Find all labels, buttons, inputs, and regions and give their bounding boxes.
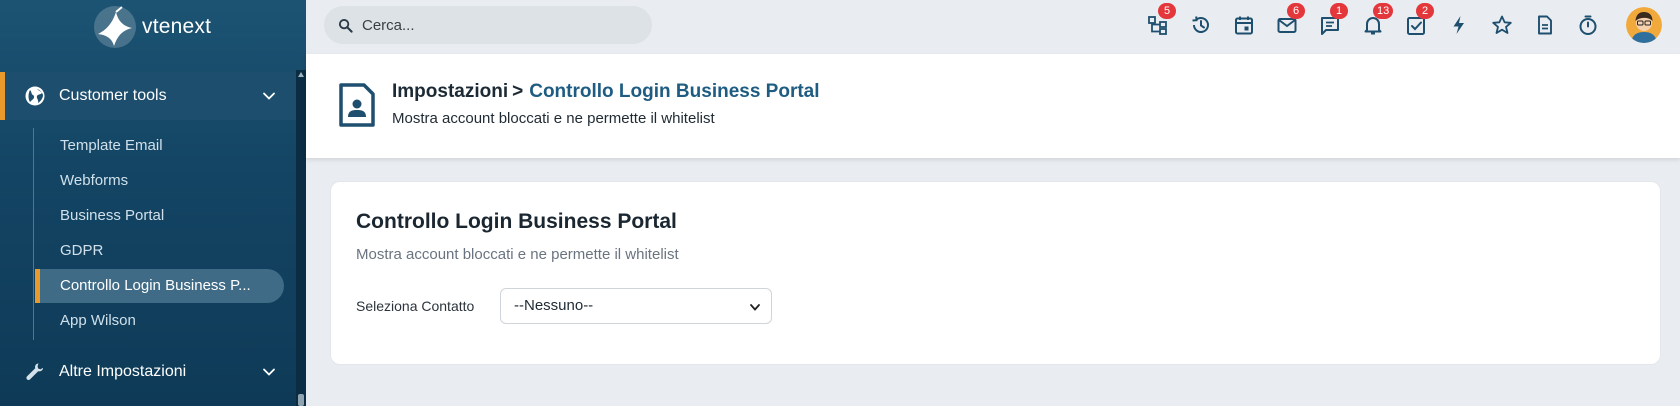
history-button[interactable]: [1190, 14, 1212, 36]
mail-badge: 6: [1287, 3, 1305, 19]
bell-badge: 13: [1373, 3, 1394, 19]
favorites-button[interactable]: [1491, 14, 1513, 36]
notes-button[interactable]: [1534, 14, 1556, 36]
sidebar-item-business-portal[interactable]: Business Portal: [35, 199, 284, 233]
sidebar-scrollbar[interactable]: [296, 70, 306, 406]
notifications-button[interactable]: 13: [1362, 3, 1394, 36]
chevron-down-icon: [263, 92, 275, 100]
calendar-button[interactable]: [1233, 14, 1255, 36]
scroll-thumb[interactable]: [298, 394, 304, 406]
process-button[interactable]: 5: [1147, 3, 1176, 36]
timer-button[interactable]: [1577, 14, 1599, 36]
mail-button[interactable]: 6: [1276, 3, 1305, 36]
sidebar-item-app-wilson[interactable]: App Wilson: [35, 304, 284, 338]
subtree-line: [33, 128, 34, 340]
chevron-down-icon: [263, 368, 275, 376]
star-icon: [1492, 15, 1512, 34]
chevron-down-icon: [750, 304, 760, 311]
history-icon: [1192, 16, 1209, 33]
contact-card-icon: [339, 83, 375, 127]
wrench-icon: [26, 363, 43, 380]
sidebar-item-webforms[interactable]: Webforms: [35, 164, 284, 198]
search-icon: [338, 18, 353, 33]
content-card: Controllo Login Business Portal Mostra a…: [330, 181, 1661, 365]
logo[interactable]: vtenext: [92, 2, 211, 52]
page-subtitle: Mostra account bloccati e ne permette il…: [392, 110, 715, 127]
sidebar-item-gdpr[interactable]: GDPR: [35, 234, 284, 268]
breadcrumb: Impostazioni > Controllo Login Business Po…: [392, 81, 820, 103]
sidebar: vtenext Customer tools Template Email We…: [0, 0, 306, 406]
search-box[interactable]: [324, 6, 652, 44]
process-badge: 5: [1158, 3, 1176, 19]
document-icon: [1538, 15, 1552, 35]
todo-button[interactable]: 2: [1405, 3, 1434, 36]
sidebar-group-label: Altre Impostazioni: [59, 363, 187, 380]
breadcrumb-separator: >: [512, 81, 524, 102]
search-input[interactable]: [362, 6, 642, 44]
user-avatar-icon: [1626, 7, 1662, 43]
globe-icon: [25, 86, 45, 106]
contact-select[interactable]: --Nessuno--: [500, 288, 772, 324]
sidebar-group-altre-impostazioni[interactable]: Altre Impostazioni: [0, 348, 296, 396]
card-title: Controllo Login Business Portal: [356, 210, 677, 233]
breadcrumb-current: Controllo Login Business Portal: [529, 81, 820, 102]
sidebar-group-label: Customer tools: [59, 87, 167, 104]
topbar: 5 6 1 13: [306, 0, 1680, 54]
sidebar-group-customer-tools[interactable]: Customer tools: [0, 72, 296, 120]
card-subtitle: Mostra account bloccati e ne permette il…: [356, 246, 679, 263]
todo-badge: 2: [1416, 3, 1434, 19]
chat-button[interactable]: 1: [1319, 3, 1348, 36]
contact-select-value: --Nessuno--: [514, 297, 594, 314]
logo-text: vtenext: [142, 15, 212, 38]
sidebar-item-template-email[interactable]: Template Email: [35, 129, 284, 163]
breadcrumb-root[interactable]: Impostazioni: [392, 81, 508, 102]
calendar-icon: [1235, 16, 1253, 35]
lightning-icon: [1453, 16, 1464, 34]
sidebar-item-controllo-login[interactable]: Controllo Login Business P...: [35, 269, 284, 303]
select-contact-label: Seleziona Contatto: [356, 298, 475, 314]
timer-icon: [1579, 15, 1597, 35]
logo-mark-icon: [94, 6, 136, 48]
quick-actions-button[interactable]: [1448, 14, 1470, 36]
page-header: Impostazioni > Controllo Login Business Po…: [306, 54, 1680, 158]
avatar[interactable]: [1626, 7, 1662, 43]
scroll-up-arrow-icon[interactable]: [298, 72, 304, 77]
chat-badge: 1: [1330, 3, 1348, 19]
